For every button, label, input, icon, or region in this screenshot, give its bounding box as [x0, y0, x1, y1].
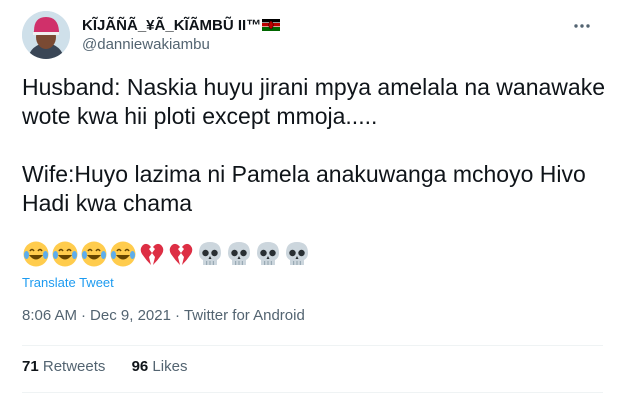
skull-icon — [228, 242, 250, 265]
skull-icon — [257, 242, 279, 265]
retweets-stat[interactable]: 71 Retweets — [22, 358, 105, 375]
joy-icon — [110, 241, 136, 267]
meta-separator: · — [81, 307, 87, 324]
tweet-stats: 71 Retweets 96 Likes — [22, 358, 209, 375]
broken-heart-icon — [140, 243, 164, 265]
tweet-text: Husband: Naskia huyu jirani mpya amelala… — [22, 74, 605, 216]
likes-label: Likes — [152, 358, 188, 375]
joy-icon — [52, 241, 78, 267]
tweet-meta: 8:06 AM · Dec 9, 2021 · Twitter for Android — [22, 307, 305, 324]
likes-count: 96 — [131, 358, 149, 375]
retweets-label: Retweets — [42, 358, 106, 375]
avatar[interactable] — [22, 11, 70, 59]
joy-icon — [81, 241, 107, 267]
more-dots-icon — [574, 24, 590, 28]
author-display-name[interactable]: KĨJÃÑÃ_¥Ã_KĨÃMBŨ II™ — [82, 17, 261, 34]
translate-tweet-link[interactable]: Translate Tweet — [22, 275, 114, 290]
broken-heart-icon — [169, 243, 193, 265]
kenya-flag-icon — [262, 19, 281, 31]
tweet: KĨJÃÑÃ_¥Ã_KĨÃMBŨ II™ @danniewakiambu Hus… — [0, 0, 617, 401]
skull-icon — [286, 242, 308, 265]
avatar-image-icon — [22, 11, 70, 59]
divider — [22, 392, 603, 393]
tweet-source[interactable]: Twitter for Android — [184, 307, 305, 324]
retweets-count: 71 — [22, 358, 39, 375]
emoji-row — [22, 240, 311, 270]
author-handle[interactable]: @danniewakiambu — [82, 35, 280, 55]
author-names: KĨJÃÑÃ_¥Ã_KĨÃMBŨ II™ @danniewakiambu — [82, 17, 281, 55]
more-options-button[interactable] — [569, 13, 595, 39]
tweet-time[interactable]: 8:06 AM — [22, 307, 77, 324]
author-display-name-row[interactable]: KĨJÃÑÃ_¥Ã_KĨÃMBŨ II™ — [82, 17, 281, 35]
skull-icon — [199, 242, 221, 265]
likes-stat[interactable]: 96 Likes — [132, 358, 188, 375]
divider — [22, 345, 603, 346]
meta-separator: · — [174, 307, 180, 324]
tweet-date[interactable]: Dec 9, 2021 — [90, 307, 171, 324]
joy-icon — [23, 241, 49, 267]
tweet-header: KĨJÃÑÃ_¥Ã_KĨÃMBŨ II™ @danniewakiambu — [22, 9, 603, 61]
